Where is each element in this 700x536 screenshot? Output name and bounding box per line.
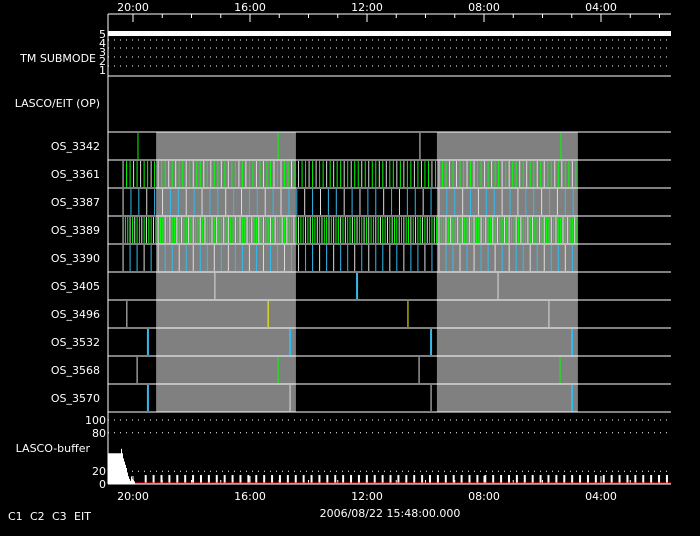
buffer-bar — [124, 461, 125, 484]
buffer-bar — [114, 453, 115, 484]
legend-c1: C1 — [8, 510, 23, 523]
bottom-time-label: 16:00 — [234, 490, 266, 503]
row-label-os_3570: OS_3570 — [51, 392, 100, 405]
buffer-bar — [132, 478, 133, 484]
buffer-bar — [122, 453, 123, 484]
row-label-os_3389: OS_3389 — [51, 224, 100, 237]
bottom-time-label: 12:00 — [351, 490, 383, 503]
buffer-bar — [129, 478, 130, 484]
top-time-label: 20:00 — [117, 1, 149, 14]
buffer-bar — [119, 453, 120, 484]
buffer-bar — [133, 480, 134, 484]
legend-c3: C3 — [52, 510, 67, 523]
buffer-bar — [127, 472, 128, 484]
buffer-bar — [131, 476, 132, 484]
row-label-os_3568: OS_3568 — [51, 364, 100, 377]
top-time-label: 08:00 — [468, 1, 500, 14]
top-time-label: 12:00 — [351, 1, 383, 14]
top-time-label: 16:00 — [234, 1, 266, 14]
buffer-bar — [118, 453, 119, 484]
buffer-tick-label: 0 — [99, 478, 106, 491]
bottom-time-label: 08:00 — [468, 490, 500, 503]
buffer-bar — [128, 476, 129, 484]
row-label-os_3405: OS_3405 — [51, 280, 100, 293]
buffer-bar — [112, 453, 113, 484]
buffer-bar — [116, 453, 117, 484]
buffer-bar — [113, 453, 114, 484]
buffer-bar — [111, 453, 112, 484]
row-label-os_3387: OS_3387 — [51, 196, 100, 209]
buffer-label: LASCO-buffer — [16, 442, 91, 455]
legend-c2: C2 — [30, 510, 45, 523]
buffer-bar — [109, 453, 110, 484]
timeline-chart: 20:00 20:00 16:00 16:00 12:00 12:00 08:00 08:00… — [8, 1, 671, 523]
legend-eit: EIT — [74, 510, 91, 523]
buffer-bar — [110, 453, 111, 484]
tm-submode-bar — [108, 31, 671, 36]
buffer-bar — [121, 448, 122, 484]
row-label-os_3361: OS_3361 — [51, 168, 100, 181]
row-label-os_3342: OS_3342 — [51, 140, 100, 153]
top-time-label: 04:00 — [585, 1, 617, 14]
buffer-bar — [117, 453, 118, 484]
buffer-tick-label: 20 — [92, 465, 106, 478]
date-label: 2006/08/22 15:48:00.000 — [320, 507, 461, 520]
buffer-tick-label: 100 — [85, 414, 106, 427]
buffer-bar — [126, 468, 127, 484]
buffer-bar — [125, 464, 126, 484]
row-label-os_3390: OS_3390 — [51, 252, 100, 265]
buffer-tick-label: 80 — [92, 427, 106, 440]
row-label-os_3496: OS_3496 — [51, 308, 100, 321]
tm-submode-label: TM SUBMODE — [19, 52, 96, 65]
buffer-bar — [108, 453, 109, 484]
buffer-bar — [115, 453, 116, 484]
tm-tick-label: 1 — [99, 64, 106, 77]
buffer-bar — [123, 458, 124, 484]
bottom-time-label: 04:00 — [585, 490, 617, 503]
bottom-time-label: 20:00 — [117, 490, 149, 503]
row-label-os_3532: OS_3532 — [51, 336, 100, 349]
buffer-bar — [120, 453, 121, 484]
lasco-eit-label: LASCO/EIT (OP) — [15, 97, 100, 110]
